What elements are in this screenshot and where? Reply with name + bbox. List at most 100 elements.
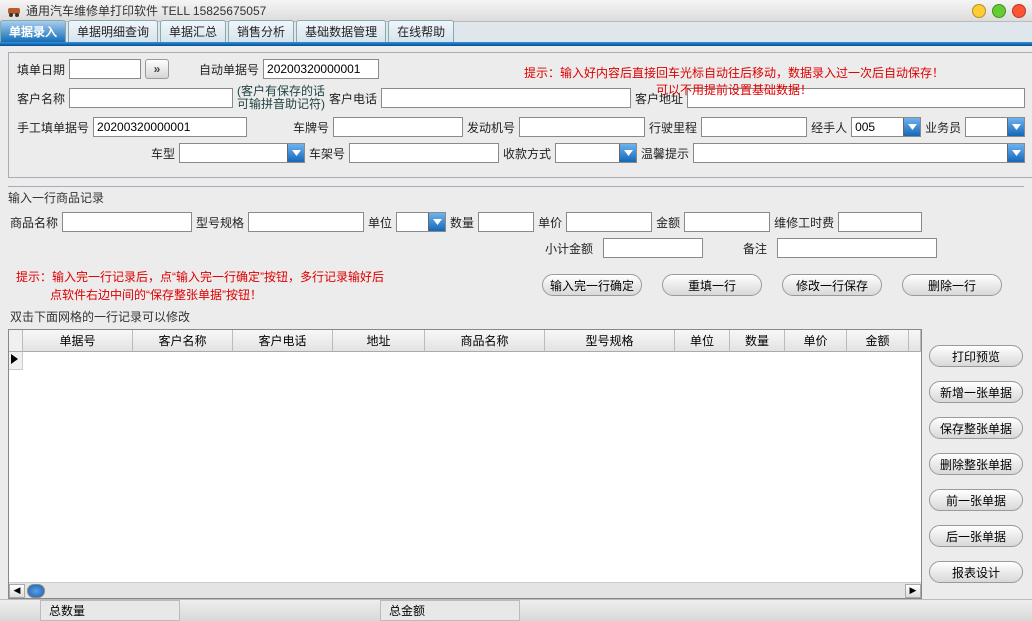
remark-label: 备注 [743, 240, 767, 257]
manual-no-input[interactable] [93, 117, 247, 137]
subtotal-label: 小计金额 [545, 240, 593, 257]
save-whole-doc-button[interactable]: 保存整张单据 [929, 417, 1023, 439]
grid-col-spec[interactable]: 型号规格 [545, 330, 675, 352]
tab-entry[interactable]: 单据录入 [0, 20, 66, 42]
window-title: 通用汽车维修单打印软件 TELL 15825675057 [26, 2, 266, 19]
subtotal-input[interactable] [603, 238, 703, 258]
warm-hint-label: 温馨提示 [641, 145, 689, 162]
auto-no-label: 自动单据号 [199, 61, 259, 78]
cust-phone-label: 客户电话 [329, 90, 377, 107]
car-model-combo[interactable] [179, 143, 305, 163]
maximize-button[interactable] [992, 4, 1006, 18]
item-labor-input[interactable] [838, 212, 922, 232]
cust-name-note: (客户有保存的话 可输拼音助记符) [237, 85, 325, 111]
pay-label: 收款方式 [503, 145, 551, 162]
grid-col-unit[interactable]: 单位 [675, 330, 730, 352]
print-preview-button[interactable]: 打印预览 [929, 345, 1023, 367]
grid-col-extra[interactable] [909, 330, 921, 352]
vin-input[interactable] [349, 143, 499, 163]
grid-col-cust-name[interactable]: 客户名称 [133, 330, 233, 352]
chevron-down-icon[interactable] [1007, 118, 1024, 136]
date-forward-button[interactable]: » [145, 59, 169, 79]
grid-col-qty[interactable]: 数量 [730, 330, 785, 352]
sales-label: 业务员 [925, 119, 961, 136]
top-hint-line1: 提示：输入好内容后直接回车光标自动往后移动，数据录入过一次后自动保存！ [443, 65, 1025, 82]
close-button[interactable] [1012, 4, 1026, 18]
item-amount-input[interactable] [684, 212, 770, 232]
grid-col-amount[interactable]: 金额 [847, 330, 909, 352]
total-amt-cell: 总金额 [380, 600, 520, 621]
row-save-button[interactable]: 修改一行保存 [782, 274, 882, 296]
tab-help[interactable]: 在线帮助 [388, 20, 454, 42]
date-input[interactable] [69, 59, 141, 79]
warm-hint-combo[interactable] [693, 143, 1025, 163]
prev-doc-button[interactable]: 前一张单据 [929, 489, 1023, 511]
vin-label: 车架号 [309, 145, 345, 162]
current-row-marker-icon [11, 354, 18, 364]
grid-col-address[interactable]: 地址 [333, 330, 425, 352]
item-name-label: 商品名称 [10, 214, 58, 231]
item-labor-label: 维修工时费 [774, 214, 834, 231]
row-confirm-button[interactable]: 输入完一行确定 [542, 274, 642, 296]
row-delete-button[interactable]: 删除一行 [902, 274, 1002, 296]
handler-combo[interactable] [851, 117, 921, 137]
item-unit-combo[interactable] [396, 212, 446, 232]
grid-col-product-name[interactable]: 商品名称 [425, 330, 545, 352]
grid-col-cust-phone[interactable]: 客户电话 [233, 330, 333, 352]
report-design-button[interactable]: 报表设计 [929, 561, 1023, 583]
scroll-left-icon[interactable]: ◀ [9, 584, 25, 598]
grid-row-marker-header [9, 330, 23, 352]
item-price-label: 单价 [538, 214, 562, 231]
chevron-down-icon[interactable] [903, 118, 920, 136]
item-name-input[interactable] [62, 212, 192, 232]
data-grid[interactable]: 单据号 客户名称 客户电话 地址 商品名称 型号规格 单位 数量 单价 金额 ◀ [8, 329, 922, 599]
grid-body[interactable] [9, 352, 921, 582]
chevron-down-icon[interactable] [287, 144, 304, 162]
chevron-down-icon[interactable] [428, 213, 445, 231]
sales-combo[interactable] [965, 117, 1025, 137]
tab-bar: 单据录入 单据明细查询 单据汇总 销售分析 基础数据管理 在线帮助 [0, 22, 1032, 42]
right-button-panel: 打印预览 新增一张单据 保存整张单据 删除整张单据 前一张单据 后一张单据 报表… [926, 327, 1032, 599]
item-qty-input[interactable] [478, 212, 534, 232]
tab-base-data[interactable]: 基础数据管理 [296, 20, 386, 42]
item-unit-label: 单位 [368, 214, 392, 231]
delete-whole-doc-button[interactable]: 删除整张单据 [929, 453, 1023, 475]
tab-summary[interactable]: 单据汇总 [160, 20, 226, 42]
miles-label: 行驶里程 [649, 119, 697, 136]
handler-label: 经手人 [811, 119, 847, 136]
car-model-label: 车型 [151, 145, 175, 162]
grid-header: 单据号 客户名称 客户电话 地址 商品名称 型号规格 单位 数量 单价 金额 [9, 330, 921, 352]
total-qty-cell: 总数量 [40, 600, 180, 621]
horizontal-scrollbar[interactable]: ◀ ▶ [9, 582, 921, 598]
next-doc-button[interactable]: 后一张单据 [929, 525, 1023, 547]
item-qty-label: 数量 [450, 214, 474, 231]
auto-no-input[interactable] [263, 59, 379, 79]
mid-hint-line2: 点软件右边中间的“保存整张单据”按钮！ [16, 286, 509, 304]
plate-input[interactable] [333, 117, 463, 137]
total-amt-label: 总金额 [389, 602, 425, 619]
item-spec-input[interactable] [248, 212, 364, 232]
engine-input[interactable] [519, 117, 645, 137]
row-refill-button[interactable]: 重填一行 [662, 274, 762, 296]
scroll-right-icon[interactable]: ▶ [905, 584, 921, 598]
remark-input[interactable] [777, 238, 937, 258]
status-bar: 总数量 总金额 [0, 599, 1032, 621]
app-icon [6, 3, 22, 19]
cust-name-label: 客户名称 [17, 90, 65, 107]
tab-sales-analysis[interactable]: 销售分析 [228, 20, 294, 42]
scroll-thumb[interactable] [27, 584, 45, 598]
chevron-down-icon[interactable] [1007, 144, 1024, 162]
grid-col-price[interactable]: 单价 [785, 330, 847, 352]
window-controls [972, 4, 1026, 18]
chevron-down-icon[interactable] [619, 144, 636, 162]
item-price-input[interactable] [566, 212, 652, 232]
cust-name-input[interactable] [69, 88, 233, 108]
tab-detail-query[interactable]: 单据明细查询 [68, 20, 158, 42]
minimize-button[interactable] [972, 4, 986, 18]
warm-hint-input[interactable] [693, 143, 1025, 163]
pay-combo[interactable] [555, 143, 637, 163]
item-amount-label: 金额 [656, 214, 680, 231]
miles-input[interactable] [701, 117, 807, 137]
grid-col-doc-no[interactable]: 单据号 [23, 330, 133, 352]
new-doc-button[interactable]: 新增一张单据 [929, 381, 1023, 403]
